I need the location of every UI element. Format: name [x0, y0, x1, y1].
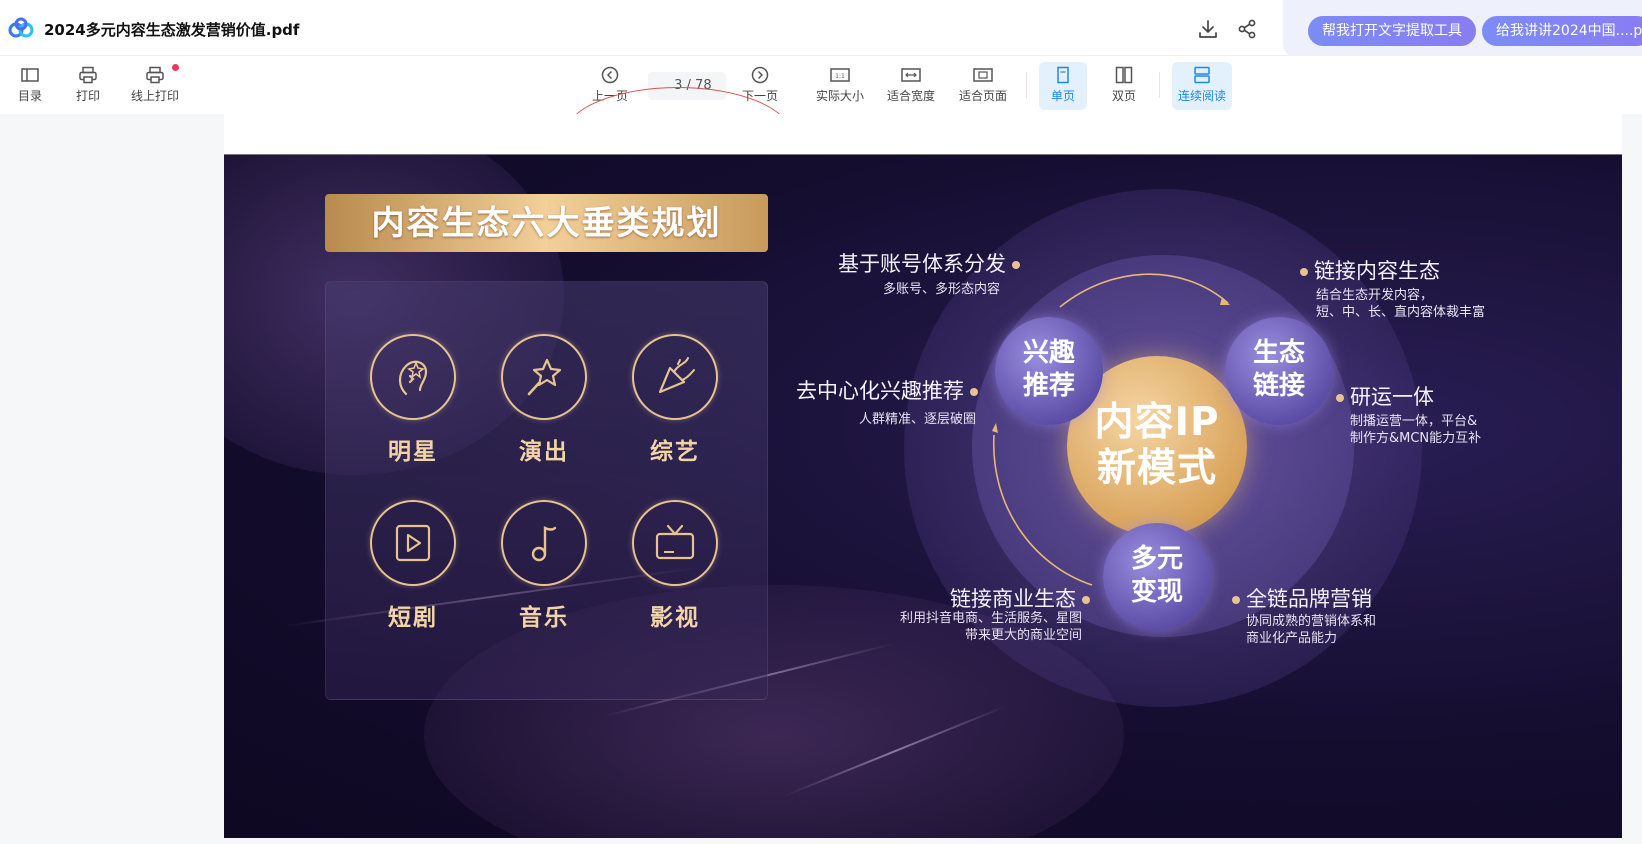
double-page-icon [1115, 66, 1133, 84]
category-panel: 明星 演出 综艺 短剧 音乐 影视 [325, 281, 768, 700]
ai-assistant-panel: 帮我打开文字提取工具 给我讲讲2024中国....pd [1283, 0, 1642, 58]
bubble-line: 变现 [1130, 577, 1183, 607]
svg-text:1:1: 1:1 [835, 73, 845, 80]
previous-page-bottom [224, 114, 1622, 154]
continuous-read-button[interactable]: 连续阅读 [1172, 62, 1232, 110]
category-label: 音乐 [519, 605, 569, 631]
category-label: 明星 [388, 439, 438, 465]
bubble-line: 推荐 [1022, 371, 1075, 401]
ai-suggestion-chip[interactable]: 帮我打开文字提取工具 [1308, 16, 1476, 46]
fit-page-label: 适合页面 [958, 89, 1007, 103]
bubble-node: 兴趣 推荐 [995, 317, 1103, 425]
fit-page-icon [973, 68, 993, 82]
diagram-sublabel: 制作方&MCN能力互补 [1350, 431, 1482, 446]
bubble-line: 兴趣 [1022, 338, 1075, 368]
category-item: 音乐 [494, 500, 594, 632]
diagram-label: 研运一体 [1330, 381, 1434, 411]
category-item: 短剧 [363, 500, 463, 632]
actual-size-button[interactable]: 1:1 实际大小 [812, 62, 868, 110]
share-icon[interactable] [1235, 17, 1259, 41]
diagram-sublabel: 结合生态开发内容， [1316, 288, 1434, 303]
toolbar-divider [1026, 72, 1027, 98]
category-label: 短剧 [388, 605, 438, 631]
printer-icon [79, 66, 97, 84]
document-title: 2024多元内容生态激发营销价值.pdf [44, 21, 300, 39]
diagram-label: 全链品牌营销 [1226, 583, 1372, 613]
fit-width-icon [901, 68, 921, 82]
core-line: 新模式 [1096, 446, 1217, 491]
notification-dot [172, 64, 179, 71]
diagram-sublabel: 利用抖音电商、生活服务、星图 [899, 611, 1082, 626]
diagram-sublabel: 制播运营一体，平台& [1350, 414, 1478, 429]
total-pages: / 78 [686, 78, 712, 93]
diagram-sublabel: 短、中、长、直内容体裁丰富 [1316, 305, 1486, 320]
category-item: 明星 [363, 334, 463, 466]
category-label: 综艺 [650, 439, 700, 465]
diagram-label: 链接商业生态 [864, 583, 1096, 613]
bubble-line: 多元 [1130, 544, 1183, 574]
diagram-sublabel: 多账号、多形态内容 [882, 282, 1000, 297]
reader-toolbar: 目录 打印 线上打印 上一页 / 78 下一页 [0, 56, 1642, 182]
chevron-left-circle-icon [601, 66, 619, 84]
title-bar: 2024多元内容生态激发营销价值.pdf 帮我打开文字提取工具 给我讲讲2024… [0, 0, 1642, 58]
bubble-line: 链接 [1252, 371, 1305, 401]
single-page-button[interactable]: 单页 [1039, 62, 1087, 110]
download-icon[interactable] [1196, 17, 1220, 41]
toolbar-divider [1159, 72, 1160, 98]
magic-wand-icon [527, 358, 562, 396]
core-line: 内容IP [1094, 400, 1220, 445]
category-label: 影视 [650, 605, 700, 631]
continuous-scroll-icon [1194, 66, 1210, 84]
music-note-icon [531, 526, 557, 562]
double-page-label: 双页 [1111, 89, 1136, 103]
print-label: 打印 [75, 89, 100, 103]
single-page-label: 单页 [1050, 89, 1075, 103]
diagram-sublabel: 人群精准、逐层破圈 [858, 412, 976, 427]
single-page-icon [1057, 66, 1069, 84]
chevron-right-circle-icon [751, 66, 769, 84]
diagram-sublabel: 商业化产品能力 [1246, 631, 1338, 646]
baidu-netdisk-logo-icon [8, 17, 34, 38]
cloud-printer-icon [146, 66, 164, 84]
continuous-read-label: 连续阅读 [1177, 89, 1226, 103]
bubble-line: 生态 [1252, 338, 1305, 368]
next-page-button[interactable]: 下一页 [740, 62, 780, 110]
category-label: 演出 [519, 439, 569, 465]
toc-button[interactable]: 目录 [10, 62, 50, 110]
diagram-sublabel: 协同成熟的营销体系和 [1246, 614, 1377, 629]
diagram-label: 去中心化兴趣推荐 [764, 375, 984, 405]
print-button[interactable]: 打印 [68, 62, 108, 110]
prev-page-button[interactable]: 上一页 [590, 62, 630, 110]
next-page-label: 下一页 [741, 89, 778, 103]
diagram-label: 基于账号体系分发 [814, 248, 1026, 278]
toc-label: 目录 [17, 89, 42, 103]
category-item: 演出 [494, 334, 594, 466]
category-item: 综艺 [625, 334, 725, 466]
bubble-node: 多元 变现 [1103, 523, 1211, 631]
slide-title: 内容生态六大垂类规划 [325, 194, 768, 252]
prev-page-label: 上一页 [591, 89, 628, 103]
double-page-button[interactable]: 双页 [1100, 62, 1148, 110]
actual-size-label: 实际大小 [815, 89, 864, 103]
ai-suggestion-chip[interactable]: 给我讲讲2024中国....pd [1482, 16, 1642, 46]
star-head-icon [398, 360, 428, 396]
category-item: 影视 [625, 500, 725, 632]
fit-page-button[interactable]: 适合页面 [955, 62, 1011, 110]
pdf-page-slide: 内容生态六大垂类规划 明星 演出 综艺 短剧 音乐 影视 内容IP 新模式 兴趣… [224, 154, 1622, 838]
tv-icon [655, 524, 695, 560]
party-popper-icon [658, 357, 695, 394]
diagram-label: 链接内容生态 [1294, 255, 1440, 285]
actual-size-icon: 1:1 [830, 68, 850, 82]
fit-width-label: 适合宽度 [886, 89, 935, 103]
diagram-sublabel: 带来更大的商业空间 [964, 628, 1082, 643]
page-number-input[interactable] [662, 78, 683, 93]
fit-width-button[interactable]: 适合宽度 [883, 62, 939, 110]
bubble-node: 生态 链接 [1225, 317, 1333, 425]
sidebar-icon [21, 68, 39, 82]
online-print-label: 线上打印 [130, 89, 179, 103]
play-video-icon [395, 524, 431, 562]
page-indicator: / 78 [648, 72, 726, 100]
